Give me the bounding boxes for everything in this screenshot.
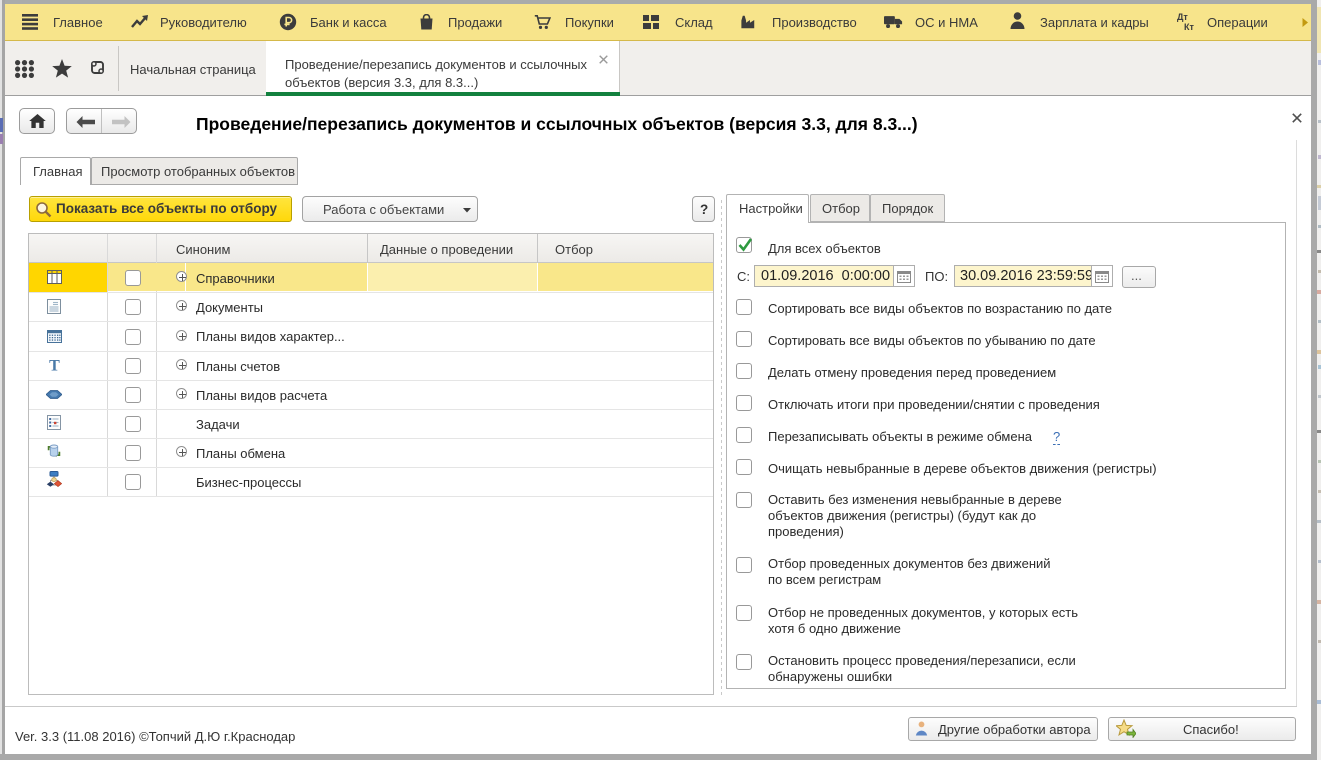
svg-text:Дт: Дт [1177, 12, 1188, 22]
svg-text:Кт: Кт [1184, 22, 1194, 31]
svg-text:T: T [49, 358, 60, 374]
